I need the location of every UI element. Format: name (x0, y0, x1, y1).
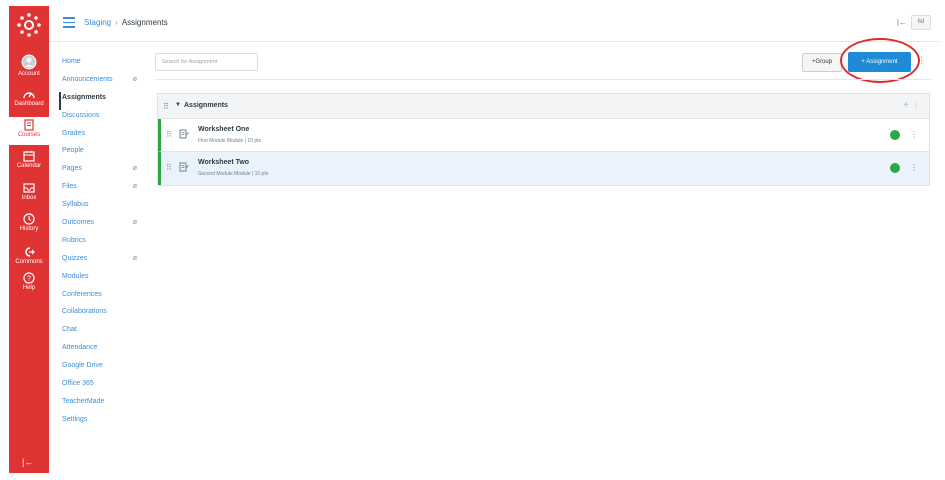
course-nav-item-grades[interactable]: Grades (62, 128, 142, 146)
course-nav-item-google-drive[interactable]: Google Drive (62, 360, 142, 378)
assignment-row[interactable]: ⠿ Worksheet Two Second Module Module | 1… (158, 152, 929, 185)
gnav-dashboard[interactable]: Dashboard (9, 88, 49, 116)
commons-icon (25, 247, 35, 257)
course-nav-item-settings[interactable]: Settings (62, 414, 142, 432)
add-to-group-icon[interactable]: + (903, 100, 909, 111)
gnav-inbox-label: Inbox (21, 195, 37, 201)
collapse-sidebar-icon[interactable]: |← (897, 18, 907, 27)
group-kebab-icon[interactable]: ⋮ (912, 101, 920, 110)
student-view-button[interactable]: 6d (911, 15, 931, 30)
gnav-calendar[interactable]: Calendar (9, 150, 49, 178)
gnav-courses[interactable]: Courses (9, 117, 49, 145)
canvas-logo-icon[interactable] (16, 12, 42, 38)
drag-handle-icon[interactable]: ⠿ (166, 130, 172, 139)
course-nav-item-pages[interactable]: Pages ø (62, 163, 142, 181)
add-group-button[interactable]: +Group (802, 53, 842, 72)
drag-handle-icon[interactable]: ⠿ (166, 163, 172, 172)
dashboard-icon (23, 92, 35, 99)
gnav-history[interactable]: History (9, 213, 49, 241)
account-icon (21, 54, 37, 70)
gnav-help-label: Help (22, 285, 36, 291)
top-header: Staging › Assignments |← 6d (49, 6, 939, 42)
assignment-icon (179, 162, 189, 172)
course-nav-item-outcomes[interactable]: Outcomes ø (62, 217, 142, 235)
course-nav-item-assignments[interactable]: Assignments (59, 91, 142, 110)
assignment-kebab-icon[interactable]: ⋮ (910, 163, 918, 172)
highlight-circle (840, 38, 920, 83)
assignment-kebab-icon[interactable]: ⋮ (910, 130, 918, 139)
breadcrumb-separator: › (115, 18, 118, 27)
assignment-group: ⠿ ▼ Assignments + ⋮ ⠿ Worksheet One Firs… (157, 93, 930, 186)
published-status-icon[interactable] (890, 130, 900, 140)
history-icon (23, 213, 35, 225)
breadcrumb: Staging › Assignments (84, 18, 168, 27)
help-icon: ? (23, 272, 35, 284)
hamburger-menu-icon[interactable] (63, 17, 75, 28)
assignment-meta: First Module Module | 10 pts (198, 138, 261, 144)
collapse-caret-icon[interactable]: ▼ (175, 102, 181, 108)
course-nav-item-chat[interactable]: Chat (62, 324, 142, 342)
course-nav-item-discussions[interactable]: Discussions (62, 110, 142, 128)
gnav-help[interactable]: ? Help (9, 272, 49, 300)
course-nav-item-files[interactable]: Files ø (62, 181, 142, 199)
course-nav: Home Announcements ø Assignments Discussi… (59, 56, 142, 432)
hidden-eye-icon: ø (132, 254, 137, 262)
gnav-account-label: Account (18, 71, 40, 77)
hidden-eye-icon: ø (132, 165, 137, 173)
gnav-inbox[interactable]: Inbox (9, 182, 49, 210)
gnav-history-label: History (19, 226, 39, 232)
course-nav-item-attendance[interactable]: Attendance (62, 342, 142, 360)
hidden-eye-icon: ø (132, 75, 137, 83)
course-nav-item-office-365[interactable]: Office 365 (62, 378, 142, 396)
courses-icon (24, 119, 34, 131)
course-nav-item-conferences[interactable]: Conferences (62, 289, 142, 307)
breadcrumb-current: Assignments (121, 18, 168, 27)
gnav-account[interactable]: Account (9, 52, 49, 84)
assignment-icon (179, 129, 189, 139)
course-nav-item-home[interactable]: Home (62, 56, 142, 74)
published-status-icon[interactable] (890, 163, 900, 173)
gnav-calendar-label: Calendar (16, 163, 42, 169)
assignment-group-header[interactable]: ⠿ ▼ Assignments + ⋮ (158, 94, 929, 119)
course-nav-item-modules[interactable]: Modules (62, 271, 142, 289)
gnav-commons[interactable]: Commons (9, 246, 49, 274)
course-nav-item-rubrics[interactable]: Rubrics (62, 235, 142, 253)
assignment-group-title: Assignments (184, 102, 228, 109)
hidden-eye-icon: ø (132, 183, 137, 191)
collapse-nav-icon[interactable]: |← (22, 457, 33, 467)
gnav-commons-label: Commons (15, 259, 43, 265)
svg-text:?: ? (27, 276, 31, 283)
course-nav-item-collaborations[interactable]: Collaborations (62, 306, 142, 324)
course-nav-item-people[interactable]: People (62, 145, 142, 163)
hidden-eye-icon: ø (132, 219, 137, 227)
calendar-icon (23, 151, 35, 162)
header-actions: |← 6d (897, 15, 931, 30)
assignment-meta: Second Module Module | 10 pts (198, 171, 269, 177)
assignment-row[interactable]: ⠿ Worksheet One First Module Module | 10… (158, 119, 929, 152)
global-nav: Account Dashboard Courses Calendar Inbox… (9, 6, 49, 473)
course-nav-item-quizzes[interactable]: Quizzes ø (62, 253, 142, 271)
course-nav-item-syllabus[interactable]: Syllabus (62, 199, 142, 217)
assignment-title-link[interactable]: Worksheet One (198, 126, 249, 133)
gnav-courses-label: Courses (17, 132, 41, 138)
gnav-dashboard-label: Dashboard (14, 101, 44, 107)
toolbar-divider (155, 79, 931, 80)
drag-handle-icon[interactable]: ⠿ (163, 102, 169, 111)
breadcrumb-course-link[interactable]: Staging (84, 18, 111, 27)
course-nav-item-teachermade[interactable]: TeacherMade (62, 396, 142, 414)
assignment-title-link[interactable]: Worksheet Two (198, 159, 249, 166)
course-nav-item-announcements[interactable]: Announcements ø (62, 74, 142, 92)
search-assignments-input[interactable]: Search for Assignment (155, 53, 258, 71)
inbox-icon (23, 183, 35, 193)
